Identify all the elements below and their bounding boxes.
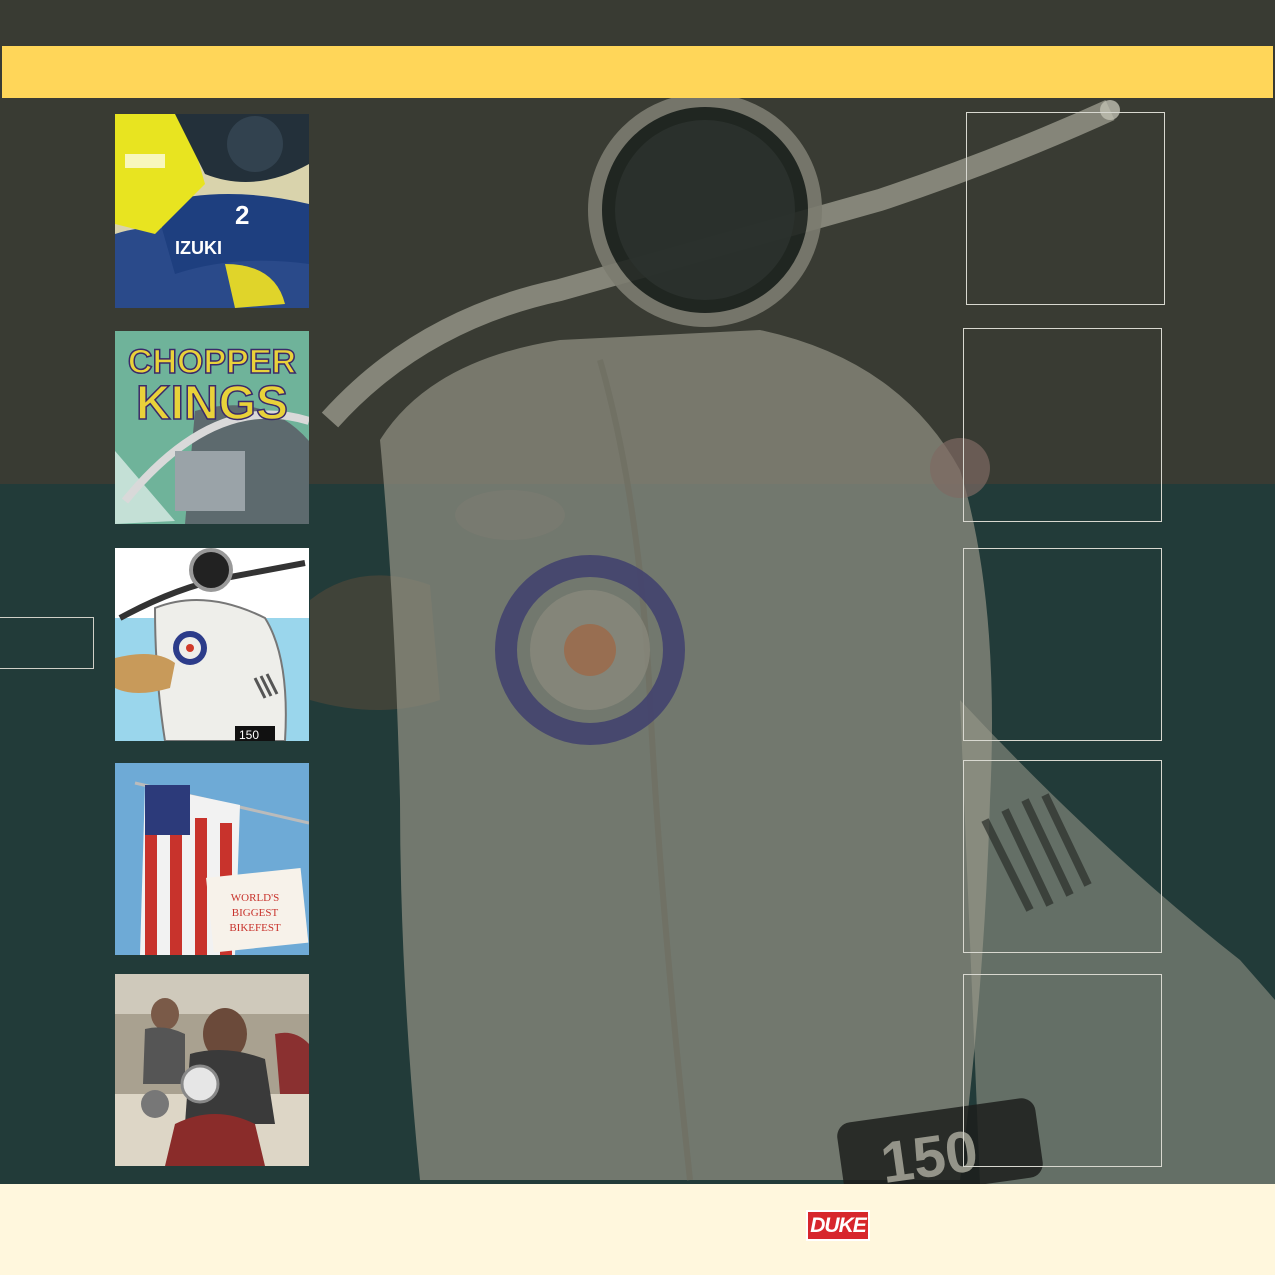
thumbnail-bikefest: WORLD'S BIGGEST BIKEFEST bbox=[115, 763, 309, 955]
racing-number-text: 2 bbox=[235, 200, 249, 230]
racing-sponsor-text: IZUKI bbox=[175, 238, 222, 258]
racing-rider-image: 2 IZUKI bbox=[115, 114, 309, 308]
chopper-kings-image: CHOPPER KINGS bbox=[115, 331, 309, 524]
empty-frame bbox=[963, 974, 1162, 1167]
scooter-plate-text: 150 bbox=[239, 728, 259, 741]
empty-frame bbox=[963, 328, 1162, 522]
footer bbox=[0, 1184, 1275, 1275]
header-band bbox=[2, 46, 1273, 98]
chopper-text: CHOPPER bbox=[128, 343, 296, 381]
duke-logo-text: DUKE bbox=[810, 1214, 867, 1237]
scooter-image: 150 bbox=[115, 548, 309, 741]
worlds-text: WORLD'S bbox=[231, 892, 279, 904]
empty-frame bbox=[963, 548, 1162, 741]
thumbnail-scooter: 150 bbox=[115, 548, 309, 741]
side-tab-outline bbox=[0, 617, 94, 669]
duke-logo: DUKE bbox=[806, 1210, 870, 1241]
thumbnail-racing: 2 IZUKI bbox=[115, 114, 309, 308]
thumbnail-bikers bbox=[115, 974, 309, 1166]
biggest-text: BIGGEST bbox=[232, 907, 279, 919]
bikefest-text: BIKEFEST bbox=[229, 922, 281, 934]
bikers-image bbox=[115, 974, 309, 1166]
empty-frame bbox=[963, 760, 1162, 953]
empty-frame bbox=[966, 112, 1165, 305]
thumbnail-chopper-kings: CHOPPER KINGS bbox=[115, 331, 309, 524]
kings-text: KINGS bbox=[136, 377, 288, 430]
flag-bikefest-image: WORLD'S BIGGEST BIKEFEST bbox=[115, 763, 309, 955]
